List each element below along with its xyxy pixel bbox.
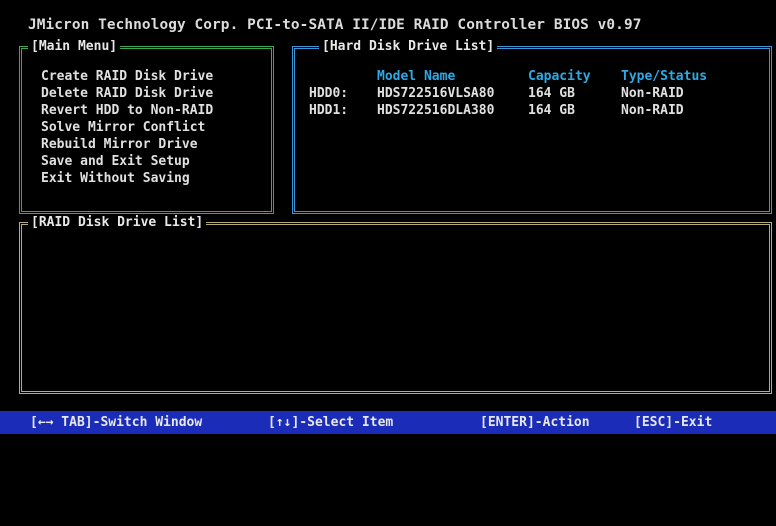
- hdd-capacity: 164 GB: [528, 103, 575, 118]
- hdd-id: HDD0:: [309, 86, 349, 101]
- main-menu-label: [Main Menu]: [28, 39, 121, 55]
- menu-item-create-raid[interactable]: Create RAID Disk Drive: [41, 68, 213, 85]
- hdd-id: HDD1:: [309, 103, 349, 118]
- hdd-model: HDS722516DLA380: [377, 103, 495, 118]
- menu-item-solve-mirror[interactable]: Solve Mirror Conflict: [41, 119, 213, 136]
- menu-item-delete-raid[interactable]: Delete RAID Disk Drive: [41, 85, 213, 102]
- column-header-type: Type/Status: [621, 69, 708, 84]
- hint-esc-exit: [ESC]-Exit: [634, 415, 713, 430]
- hdd-type: Non-RAID: [621, 103, 684, 118]
- menu-item-save-exit[interactable]: Save and Exit Setup: [41, 153, 213, 170]
- menu-item-rebuild-mirror[interactable]: Rebuild Mirror Drive: [41, 136, 213, 153]
- raid-list-panel: [RAID Disk Drive List]: [19, 215, 772, 394]
- hdd-type: Non-RAID: [621, 86, 684, 101]
- hdd-model: HDS722516VLSA80: [377, 86, 495, 101]
- column-header-capacity: Capacity: [528, 69, 591, 84]
- status-bar: [←→ TAB]-Switch Window [↑↓]-Select Item …: [0, 411, 776, 434]
- main-menu-list: Create RAID Disk Drive Delete RAID Disk …: [41, 68, 213, 187]
- raid-list-label: [RAID Disk Drive List]: [28, 215, 207, 231]
- hint-enter-action: [ENTER]-Action: [480, 415, 590, 430]
- main-menu-panel: [Main Menu] Create RAID Disk Drive Delet…: [19, 39, 274, 214]
- hint-select-item: [↑↓]-Select Item: [268, 415, 394, 430]
- bios-title: JMicron Technology Corp. PCI-to-SATA II/…: [28, 17, 642, 33]
- menu-item-revert-hdd[interactable]: Revert HDD to Non-RAID: [41, 102, 213, 119]
- hdd-capacity: 164 GB: [528, 86, 575, 101]
- hint-switch-window: [←→ TAB]-Switch Window: [30, 415, 203, 430]
- column-header-model: Model Name: [377, 69, 456, 84]
- hdd-list-label: [Hard Disk Drive List]: [319, 39, 498, 55]
- menu-item-exit-no-save[interactable]: Exit Without Saving: [41, 170, 213, 187]
- hdd-list-panel: [Hard Disk Drive List] Model Name Capaci…: [292, 39, 772, 214]
